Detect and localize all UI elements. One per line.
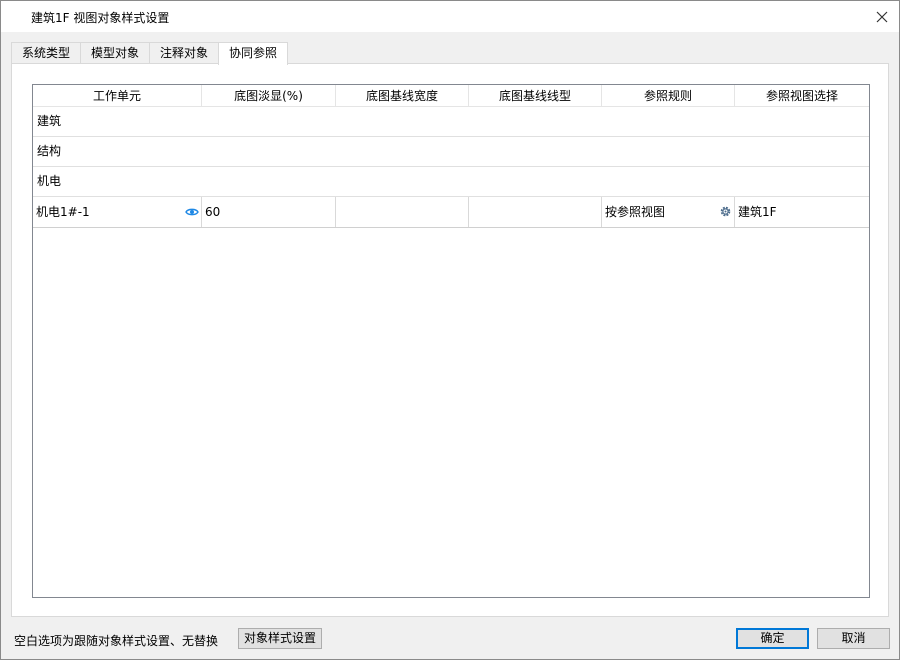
eye-icon[interactable] bbox=[185, 206, 199, 218]
title-bar: 建筑1F 视图对象样式设置 bbox=[1, 1, 899, 32]
gear-icon[interactable] bbox=[719, 205, 732, 218]
hint-text: 空白选项为跟随对象样式设置、无替换 bbox=[14, 634, 219, 648]
table-row[interactable]: 机电1#-1 60 按参照视图 建筑1F bbox=[33, 197, 869, 228]
close-button[interactable] bbox=[865, 1, 899, 32]
tab-system-type[interactable]: 系统类型 bbox=[11, 42, 82, 64]
view-select-cell[interactable]: 建筑1F bbox=[735, 197, 869, 227]
window-title: 建筑1F 视图对象样式设置 bbox=[31, 11, 170, 25]
column-header-line-type[interactable]: 底图基线线型 bbox=[469, 85, 602, 107]
column-header-fade[interactable]: 底图淡显(%) bbox=[202, 85, 336, 107]
rule-value: 按参照视图 bbox=[605, 205, 666, 219]
reference-grid: 工作单元 底图淡显(%) 底图基线宽度 底图基线线型 参照规则 参照视图选择 建… bbox=[32, 84, 870, 598]
grid-header: 工作单元 底图淡显(%) 底图基线宽度 底图基线线型 参照规则 参照视图选择 bbox=[33, 85, 869, 107]
object-style-settings-button[interactable]: 对象样式设置 bbox=[238, 628, 322, 649]
line-width-cell[interactable] bbox=[336, 197, 469, 227]
line-type-cell[interactable] bbox=[469, 197, 602, 227]
work-unit-name: 机电1#-1 bbox=[36, 205, 90, 219]
group-row-structure[interactable]: 结构 bbox=[33, 137, 869, 167]
rule-cell[interactable]: 按参照视图 bbox=[602, 197, 735, 227]
column-header-view-select[interactable]: 参照视图选择 bbox=[735, 85, 869, 107]
work-unit-cell[interactable]: 机电1#-1 bbox=[33, 197, 202, 227]
close-icon bbox=[876, 11, 888, 22]
group-row-mep[interactable]: 机电 bbox=[33, 167, 869, 197]
dialog-window: 建筑1F 视图对象样式设置 系统类型 模型对象 注释对象 协同参照 工作单元 底… bbox=[0, 0, 900, 660]
tab-annotation-objects[interactable]: 注释对象 bbox=[149, 42, 220, 64]
group-row-architecture[interactable]: 建筑 bbox=[33, 107, 869, 137]
column-header-work-unit[interactable]: 工作单元 bbox=[33, 85, 202, 107]
tab-strip: 系统类型 模型对象 注释对象 协同参照 bbox=[11, 42, 289, 65]
column-header-line-width[interactable]: 底图基线宽度 bbox=[336, 85, 469, 107]
tab-model-objects[interactable]: 模型对象 bbox=[80, 42, 151, 64]
tab-panel: 工作单元 底图淡显(%) 底图基线宽度 底图基线线型 参照规则 参照视图选择 建… bbox=[11, 63, 889, 617]
ok-button[interactable]: 确定 bbox=[736, 628, 809, 649]
tab-collaboration-reference[interactable]: 协同参照 bbox=[218, 42, 289, 65]
column-header-rule[interactable]: 参照规则 bbox=[602, 85, 735, 107]
cancel-button[interactable]: 取消 bbox=[817, 628, 890, 649]
fade-cell[interactable]: 60 bbox=[202, 197, 336, 227]
